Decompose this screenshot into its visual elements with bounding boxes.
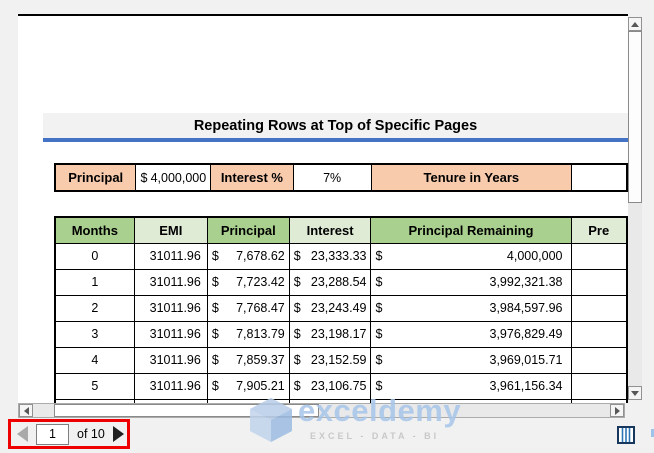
page-count-label: of 10 <box>77 427 105 441</box>
table-row: 3 31011.96 $7,813.79 $23,198.17 $3,976,8… <box>54 320 628 348</box>
col-header-principal: Principal <box>206 216 290 244</box>
arrow-down-icon <box>631 390 639 396</box>
cell-emi: 31011.96 <box>133 242 208 270</box>
cell-pre <box>570 294 628 322</box>
arrow-up-icon <box>631 21 639 27</box>
tenure-value <box>570 163 628 192</box>
table-row: 1 31011.96 $7,723.42 $23,288.54 $3,992,3… <box>54 268 628 296</box>
cell-principal: $7,678.62 <box>206 242 290 270</box>
cell-months: 4 <box>54 346 135 374</box>
print-preview-window: Repeating Rows at Top of Specific Pages … <box>0 0 654 453</box>
amortization-table: Months EMI Principal Interest Principal … <box>54 216 628 403</box>
cell-interest: $23,198.17 <box>288 320 372 348</box>
interest-label: Interest % <box>210 163 294 192</box>
cell-interest: $23,333.33 <box>288 242 372 270</box>
vertical-scrollbar-thumb[interactable] <box>628 31 642 203</box>
table-row: Principal $4,000,000 Interest % 7% Tenur… <box>54 163 628 192</box>
scroll-up-button[interactable] <box>628 17 642 31</box>
scroll-left-button[interactable] <box>19 404 33 417</box>
tenure-label: Tenure in Years <box>370 163 572 192</box>
cell-pre <box>570 320 628 348</box>
arrow-right-icon <box>614 406 620 415</box>
cell-remaining: $3,976,829.49 <box>370 320 572 348</box>
col-header-interest: Interest <box>288 216 372 244</box>
previous-page-button[interactable] <box>17 426 28 442</box>
table-row: 0 31011.96 $7,678.62 $23,333.33 $4,000,0… <box>54 242 628 270</box>
interest-value: 7% <box>292 163 372 192</box>
horizontal-scrollbar[interactable] <box>18 403 625 418</box>
col-header-months: Months <box>54 216 135 244</box>
cell-interest: $23,288.54 <box>288 268 372 296</box>
loan-parameters-table: Principal $4,000,000 Interest % 7% Tenur… <box>54 163 628 192</box>
cell-months: 0 <box>54 242 135 270</box>
cell-pre <box>570 372 628 400</box>
cell-remaining: $3,969,015.71 <box>370 346 572 374</box>
vertical-scrollbar[interactable] <box>628 17 642 400</box>
table-header-row: Months EMI Principal Interest Principal … <box>54 216 628 244</box>
watermark-tagline-text: EXCEL - DATA - BI <box>310 431 440 441</box>
cell-interest: $23,106.75 <box>288 372 372 400</box>
show-margins-button[interactable] <box>617 426 635 444</box>
cell-emi: 31011.96 <box>133 320 208 348</box>
table-row: 2 31011.96 $7,768.47 $23,243.49 $3,984,5… <box>54 294 628 322</box>
principal-label: Principal <box>54 163 137 192</box>
cell-principal: $7,905.21 <box>206 372 290 400</box>
cell-interest: $23,152.59 <box>288 346 372 374</box>
table-row: 5 31011.96 $7,905.21 $23,106.75 $3,961,1… <box>54 372 628 400</box>
cell-emi: 31011.96 <box>133 268 208 296</box>
horizontal-scrollbar-thumb[interactable] <box>54 404 319 417</box>
cell-pre <box>570 346 628 374</box>
next-page-button[interactable] <box>112 426 124 442</box>
scroll-down-button[interactable] <box>628 386 642 400</box>
cell-principal: $7,768.47 <box>206 294 290 322</box>
col-header-emi: EMI <box>133 216 208 244</box>
cell-months: 1 <box>54 268 135 296</box>
scroll-right-button[interactable] <box>610 404 624 417</box>
pager-highlight-box: of 10 <box>8 419 130 449</box>
cell-emi: 31011.96 <box>133 346 208 374</box>
cell-remaining: $3,992,321.38 <box>370 268 572 296</box>
table-row: 4 31011.96 $7,859.37 $23,152.59 $3,969,0… <box>54 346 628 374</box>
cell-remaining: $3,984,597.96 <box>370 294 572 322</box>
cell-emi: 31011.96 <box>133 294 208 322</box>
principal-value: $4,000,000 <box>135 163 212 192</box>
preview-page: Repeating Rows at Top of Specific Pages … <box>18 16 628 403</box>
cell-remaining: $4,000,000 <box>370 242 572 270</box>
currency-symbol: $ <box>140 170 148 185</box>
cell-interest: $23,243.49 <box>288 294 372 322</box>
cell-pre <box>570 268 628 296</box>
page-number-input[interactable] <box>36 423 69 445</box>
cell-pre <box>570 242 628 270</box>
cell-months: 2 <box>54 294 135 322</box>
col-header-remaining: Principal Remaining <box>370 216 572 244</box>
cell-principal: $7,813.79 <box>206 320 290 348</box>
cell-months: 3 <box>54 320 135 348</box>
cell-emi: 31011.96 <box>133 372 208 400</box>
title-underline <box>43 138 628 142</box>
cell-principal: $7,723.42 <box>206 268 290 296</box>
cell-principal: $7,859.37 <box>206 346 290 374</box>
col-header-pre: Pre <box>570 216 628 244</box>
cell-remaining: $3,961,156.34 <box>370 372 572 400</box>
cell-months: 5 <box>54 372 135 400</box>
page-title: Repeating Rows at Top of Specific Pages <box>43 113 628 138</box>
arrow-left-icon <box>23 406 29 415</box>
